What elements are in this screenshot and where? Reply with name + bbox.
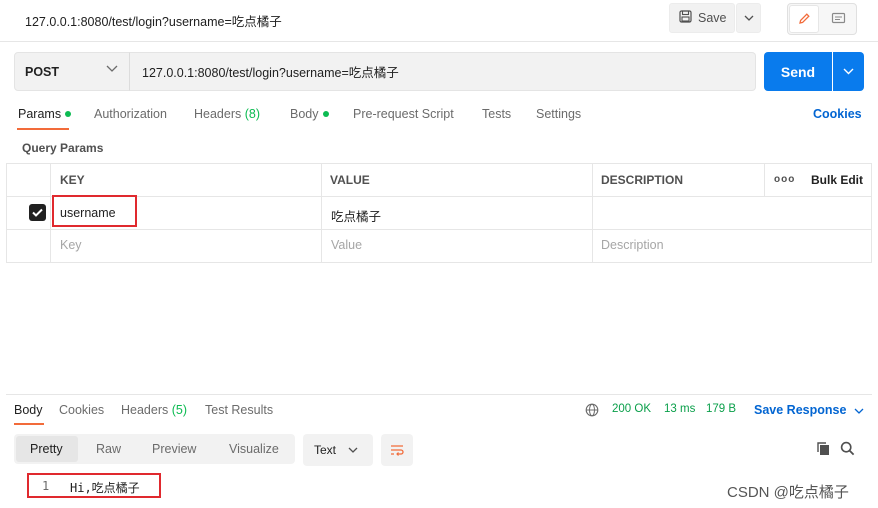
save-label: Save bbox=[698, 11, 727, 25]
tab-pre-request-script[interactable]: Pre-request Script bbox=[353, 107, 454, 121]
response-tab-test-results[interactable]: Test Results bbox=[205, 403, 273, 417]
table-border bbox=[871, 163, 872, 263]
column-header-key: KEY bbox=[60, 173, 85, 187]
table-border bbox=[6, 229, 872, 230]
new-description-input[interactable]: Description bbox=[601, 238, 664, 252]
tab-tests[interactable]: Tests bbox=[482, 107, 511, 121]
tab-label: Headers bbox=[121, 403, 169, 417]
search-icon[interactable] bbox=[840, 441, 855, 456]
format-label: Text bbox=[314, 443, 337, 457]
comment-icon bbox=[831, 12, 845, 24]
tab-count: (8) bbox=[244, 107, 261, 121]
query-params-title: Query Params bbox=[22, 141, 104, 155]
more-options-icon[interactable]: ooo bbox=[774, 174, 795, 185]
view-raw[interactable]: Raw bbox=[96, 434, 121, 464]
response-tab-body[interactable]: Body bbox=[14, 403, 43, 417]
format-select[interactable]: Text bbox=[303, 434, 373, 466]
table-border bbox=[6, 262, 872, 263]
request-title[interactable]: 127.0.0.1:8080/test/login?username=吃点橘子 bbox=[25, 11, 282, 30]
save-button[interactable]: Save bbox=[669, 3, 735, 33]
save-response-label: Save Response bbox=[754, 403, 847, 417]
response-tab-headers[interactable]: Headers (5) bbox=[121, 403, 187, 417]
wrap-lines-icon bbox=[391, 445, 404, 456]
view-preview[interactable]: Preview bbox=[152, 434, 196, 464]
tab-authorization[interactable]: Authorization bbox=[94, 107, 167, 121]
table-border bbox=[6, 163, 872, 164]
send-options-button[interactable] bbox=[833, 52, 864, 91]
response-divider bbox=[6, 394, 872, 395]
chevron-down-icon bbox=[843, 68, 854, 75]
chevron-down-icon bbox=[348, 447, 358, 453]
send-label: Send bbox=[780, 63, 816, 80]
tab-label: Settings bbox=[536, 107, 582, 121]
column-header-description: DESCRIPTION bbox=[601, 173, 684, 187]
chevron-down-icon bbox=[854, 408, 864, 414]
tab-params[interactable]: Params bbox=[18, 107, 72, 121]
tab-body[interactable]: Body bbox=[290, 107, 329, 121]
checkmark-icon bbox=[32, 208, 43, 217]
tab-label: Params bbox=[18, 107, 62, 121]
table-border bbox=[592, 163, 593, 263]
cookies-link[interactable]: Cookies bbox=[813, 107, 862, 121]
watermark: CSDN @吃点橘子 bbox=[727, 484, 849, 501]
url-input[interactable]: 127.0.0.1:8080/test/login?username=吃点橘子 bbox=[129, 52, 756, 91]
tab-count: (5) bbox=[171, 403, 188, 417]
save-response-button[interactable]: Save Response bbox=[754, 403, 864, 417]
status-code[interactable]: 200 OK bbox=[612, 403, 651, 415]
table-border bbox=[50, 163, 51, 263]
tab-label: Headers bbox=[194, 107, 242, 121]
tab-settings[interactable]: Settings bbox=[536, 107, 581, 121]
param-value-cell[interactable]: 吃点橘子 bbox=[331, 206, 381, 225]
edit-mode-button[interactable] bbox=[789, 5, 819, 33]
view-pretty[interactable]: Pretty bbox=[30, 434, 63, 464]
method-label: POST bbox=[25, 64, 60, 79]
wrap-lines-button[interactable] bbox=[381, 434, 413, 466]
tab-label: Authorization bbox=[94, 107, 167, 121]
new-value-input[interactable]: Value bbox=[331, 238, 362, 252]
chevron-down-icon bbox=[106, 65, 118, 72]
response-time[interactable]: 13 ms bbox=[664, 403, 695, 415]
tab-headers[interactable]: Headers (8) bbox=[194, 107, 260, 121]
active-tab-underline bbox=[17, 128, 69, 130]
active-indicator-dot bbox=[65, 110, 72, 117]
documentation-mode-button[interactable] bbox=[823, 5, 853, 33]
save-options-button[interactable] bbox=[736, 3, 761, 33]
line-number: 1 bbox=[42, 479, 50, 493]
row-enabled-checkbox[interactable] bbox=[29, 204, 46, 221]
tab-label: Body bbox=[290, 107, 319, 121]
new-key-input[interactable]: Key bbox=[60, 238, 82, 252]
save-icon bbox=[679, 10, 692, 26]
column-header-value: VALUE bbox=[330, 173, 370, 187]
globe-icon[interactable] bbox=[585, 403, 599, 417]
active-indicator-dot bbox=[322, 110, 329, 117]
pencil-icon bbox=[799, 13, 810, 24]
url-text: 127.0.0.1:8080/test/login?username=吃点橘子 bbox=[142, 66, 399, 80]
table-border bbox=[6, 163, 7, 263]
send-button[interactable]: Send bbox=[764, 52, 832, 91]
table-border bbox=[764, 163, 765, 196]
copy-icon[interactable] bbox=[816, 441, 831, 456]
response-body-text[interactable]: Hi,吃点橘子 bbox=[70, 479, 140, 496]
table-border bbox=[321, 163, 322, 263]
active-tab-underline bbox=[14, 423, 44, 425]
tab-label: Pre-request Script bbox=[353, 107, 454, 121]
response-tab-cookies[interactable]: Cookies bbox=[59, 403, 104, 417]
tab-label: Tests bbox=[482, 107, 512, 121]
param-key-cell[interactable]: username bbox=[60, 206, 116, 220]
response-size[interactable]: 179 B bbox=[706, 403, 736, 415]
chevron-down-icon bbox=[744, 15, 753, 21]
bulk-edit-button[interactable]: Bulk Edit bbox=[811, 173, 863, 187]
view-visualize[interactable]: Visualize bbox=[229, 434, 279, 464]
